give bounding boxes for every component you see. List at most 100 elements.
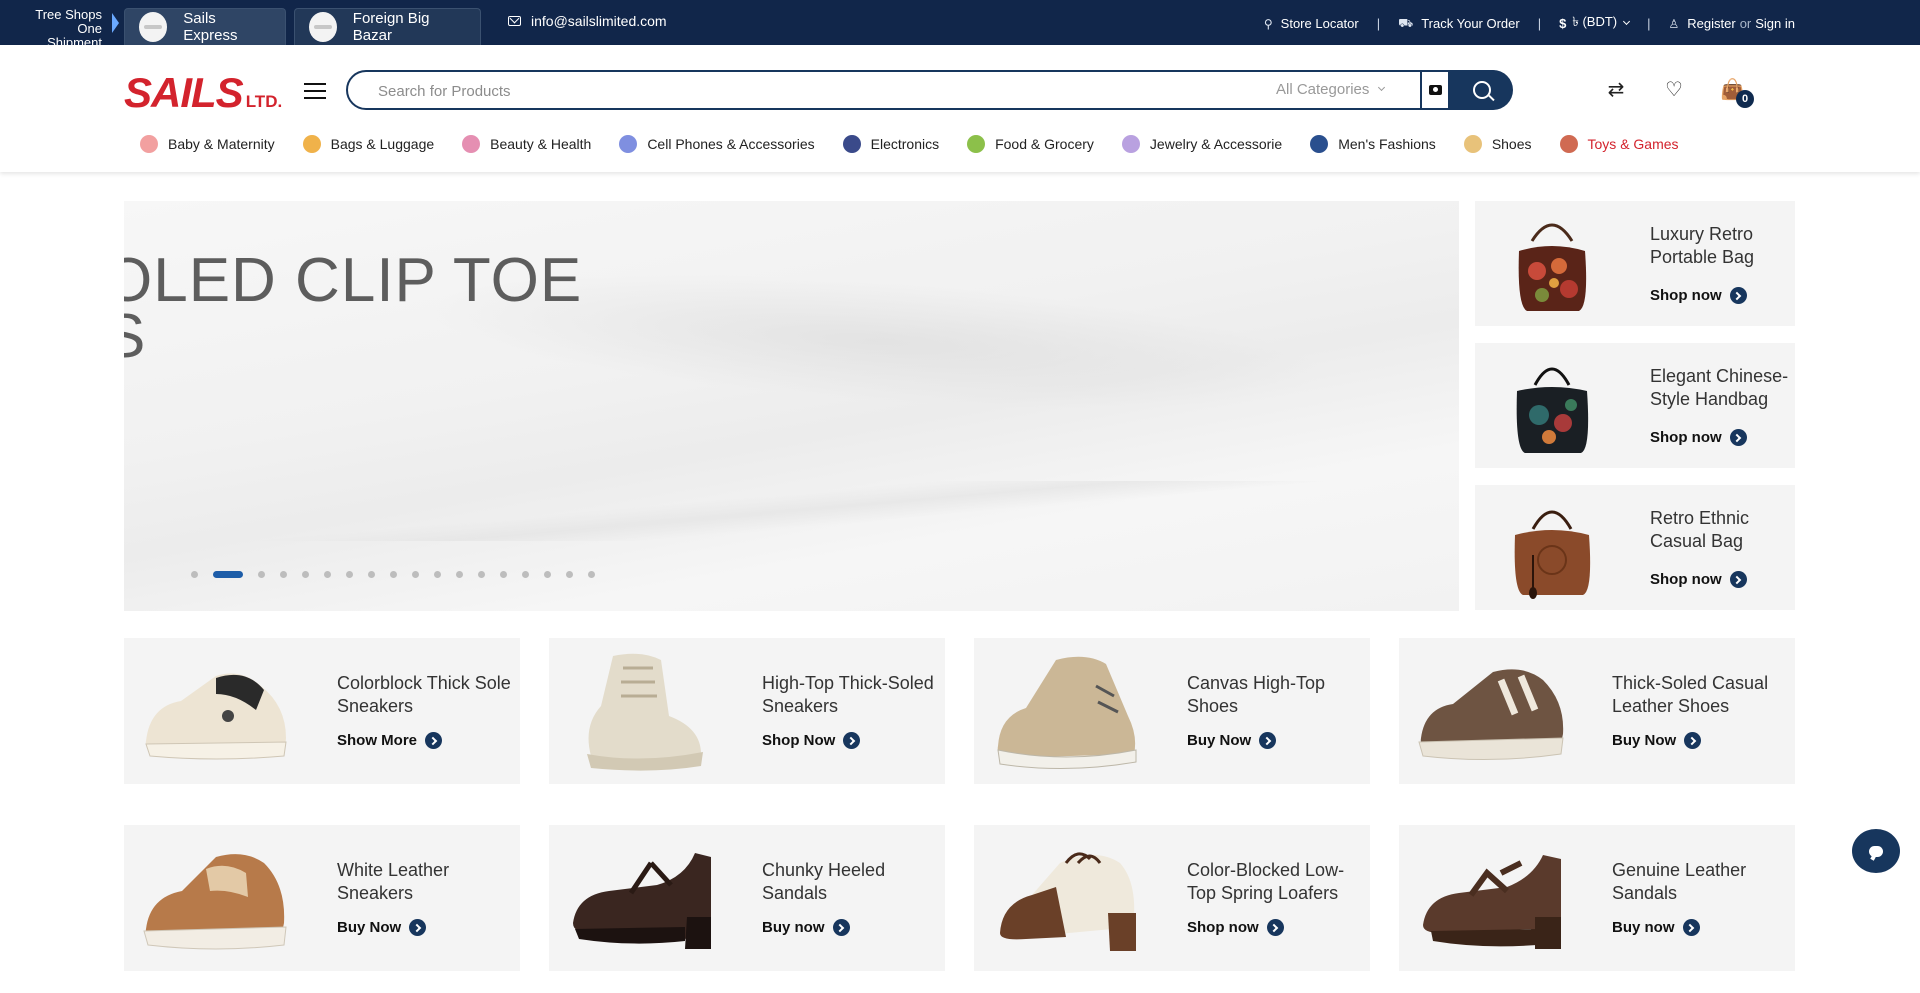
product-image-sneaker <box>145 673 287 760</box>
product-cta-link[interactable]: Buy now <box>762 919 850 936</box>
or-text: or <box>1739 16 1752 31</box>
product-card[interactable]: High-Top Thick-Soled Sneakers Shop Now <box>549 638 945 784</box>
product-card[interactable]: Color-Blocked Low-Top Spring Loafers Sho… <box>974 825 1370 971</box>
shop-tab-label: Foreign Big Bazar <box>352 10 430 44</box>
slider-dot[interactable] <box>191 571 198 578</box>
chevron-down-icon <box>1623 17 1631 26</box>
product-cta-link[interactable]: Buy Now <box>1187 732 1277 749</box>
product-image-ethnic-bag <box>1514 510 1591 599</box>
search-icon <box>1472 81 1491 99</box>
slider-dot[interactable] <box>324 571 331 578</box>
slider-dot[interactable] <box>346 571 353 578</box>
category-label: Cell Phones & Accessories <box>647 136 815 152</box>
promo-card[interactable]: Elegant Chinese-Style Handbag Shop now <box>1475 343 1795 468</box>
promo-card[interactable]: Retro Ethnic Casual Bag Shop now <box>1475 485 1795 610</box>
register-link[interactable]: Register <box>1687 16 1735 31</box>
slider-dot[interactable] <box>302 571 309 578</box>
category-select[interactable]: All Categories <box>1276 81 1386 98</box>
product-card[interactable]: Genuine Leather Sandals Buy now <box>1399 825 1795 971</box>
currency-label: ৳ (BDT) <box>1572 14 1618 29</box>
slider-dot[interactable] <box>258 571 265 578</box>
user-icon: ♙ <box>1668 16 1680 31</box>
product-image-casual-leather-shoe <box>1418 669 1564 761</box>
slider-dot[interactable] <box>478 571 485 578</box>
slider-dot[interactable] <box>588 571 595 578</box>
hero-slider[interactable]: OLED CLIP TOE S <box>124 201 1459 611</box>
product-cta-link[interactable]: Buy now <box>1612 919 1700 936</box>
product-cta-link[interactable]: Shop now <box>1187 919 1284 936</box>
category-label: Bags & Luggage <box>330 136 435 152</box>
wishlist-heart-icon[interactable]: ♡ <box>1662 78 1686 102</box>
chat-button[interactable] <box>1852 829 1900 873</box>
product-card[interactable]: White Leather Sneakers Buy Now <box>124 825 520 971</box>
category-jewelry[interactable]: Jewelry & Accessorie <box>1121 135 1282 153</box>
slider-dot[interactable] <box>522 571 529 578</box>
category-toys-games[interactable]: Toys & Games <box>1559 135 1679 153</box>
category-mens-fashions[interactable]: Men's Fashions <box>1310 135 1436 153</box>
compare-icon[interactable]: ⇄ <box>1604 78 1628 102</box>
product-image-canvas-shoe <box>997 656 1137 770</box>
product-cta-link[interactable]: Buy Now <box>1612 732 1702 749</box>
cta-label: Buy now <box>762 919 825 936</box>
tree-label-line1: Tree Shops <box>35 7 102 22</box>
site-logo[interactable]: SAILS LTD. <box>124 69 282 116</box>
cta-label: Buy Now <box>1187 732 1252 749</box>
category-bags-luggage[interactable]: Bags & Luggage <box>302 135 435 153</box>
track-order-link[interactable]: ⛟ Track Your Order <box>1398 16 1520 32</box>
search-button[interactable] <box>1450 70 1513 110</box>
product-card[interactable]: Canvas High-Top Shoes Buy Now <box>974 638 1370 784</box>
product-cta-link[interactable]: Show More <box>337 732 443 749</box>
product-card[interactable]: Chunky Heeled Sandals Buy now <box>549 825 945 971</box>
product-title: White Leather Sneakers <box>337 860 450 903</box>
store-locator-label: Store Locator <box>1280 16 1359 31</box>
promo-card[interactable]: Luxury Retro Portable Bag Shop now <box>1475 201 1795 326</box>
cta-label: Buy now <box>1612 919 1675 936</box>
baby-icon <box>140 135 158 153</box>
category-label: Shoes <box>1491 136 1532 152</box>
slider-dot[interactable] <box>412 571 419 578</box>
slider-dot[interactable] <box>368 571 375 578</box>
cart-button[interactable]: 👜 0 <box>1720 78 1754 108</box>
product-image-leather-sneaker <box>143 854 287 950</box>
arrow-right-circle-icon <box>1266 919 1284 936</box>
category-label: Toys & Games <box>1587 136 1679 152</box>
shop-now-link[interactable]: Shop now <box>1650 287 1747 304</box>
store-locator-link[interactable]: ⚲ Store Locator <box>1264 16 1359 31</box>
search-input[interactable] <box>378 80 1218 102</box>
email-link[interactable]: info@sailslimited.com <box>508 13 667 29</box>
slider-dot[interactable] <box>544 571 551 578</box>
currency-dropdown[interactable]: $ ৳ (BDT) <box>1559 13 1631 34</box>
logo-main: SAILS <box>124 69 244 116</box>
shop-logo <box>309 12 337 42</box>
category-baby-maternity[interactable]: Baby & Maternity <box>140 135 275 153</box>
category-cell-phones[interactable]: Cell Phones & Accessories <box>619 135 815 153</box>
shop-now-link[interactable]: Shop now <box>1650 429 1747 446</box>
grocery-icon <box>967 135 986 153</box>
slider-dot[interactable] <box>566 571 573 578</box>
slider-dot[interactable] <box>434 571 441 578</box>
category-beauty-health[interactable]: Beauty & Health <box>462 135 591 153</box>
menu-icon[interactable] <box>304 83 326 99</box>
hero-title: OLED CLIP TOE S <box>124 246 583 371</box>
product-cta-link[interactable]: Shop Now <box>762 732 861 749</box>
product-card[interactable]: Thick-Soled Casual Leather Shoes Buy Now <box>1399 638 1795 784</box>
slider-dot[interactable] <box>500 571 507 578</box>
category-label: Men's Fashions <box>1338 136 1436 152</box>
cta-label: Shop Now <box>762 732 836 749</box>
product-cta-link[interactable]: Buy Now <box>337 919 427 936</box>
cta-label: Shop now <box>1187 919 1259 936</box>
product-card[interactable]: Colorblock Thick Sole Sneakers Show More <box>124 638 520 784</box>
shop-tab-foreign-big-bazar[interactable]: Foreign Big Bazar <box>294 8 481 45</box>
category-shoes[interactable]: Shoes <box>1463 135 1532 153</box>
category-electronics[interactable]: Electronics <box>842 135 939 153</box>
product-image-leather-sandal <box>1423 855 1561 949</box>
slider-dot[interactable] <box>456 571 463 578</box>
slider-dot[interactable] <box>390 571 397 578</box>
category-food-grocery[interactable]: Food & Grocery <box>967 135 1094 153</box>
slider-dot[interactable] <box>280 571 287 578</box>
image-search-button[interactable] <box>1420 70 1450 110</box>
shop-tab-sails-express[interactable]: Sails Express <box>124 8 286 45</box>
sign-in-link[interactable]: Sign in <box>1755 16 1795 31</box>
slider-dot[interactable] <box>213 571 243 578</box>
shop-now-link[interactable]: Shop now <box>1650 571 1747 588</box>
